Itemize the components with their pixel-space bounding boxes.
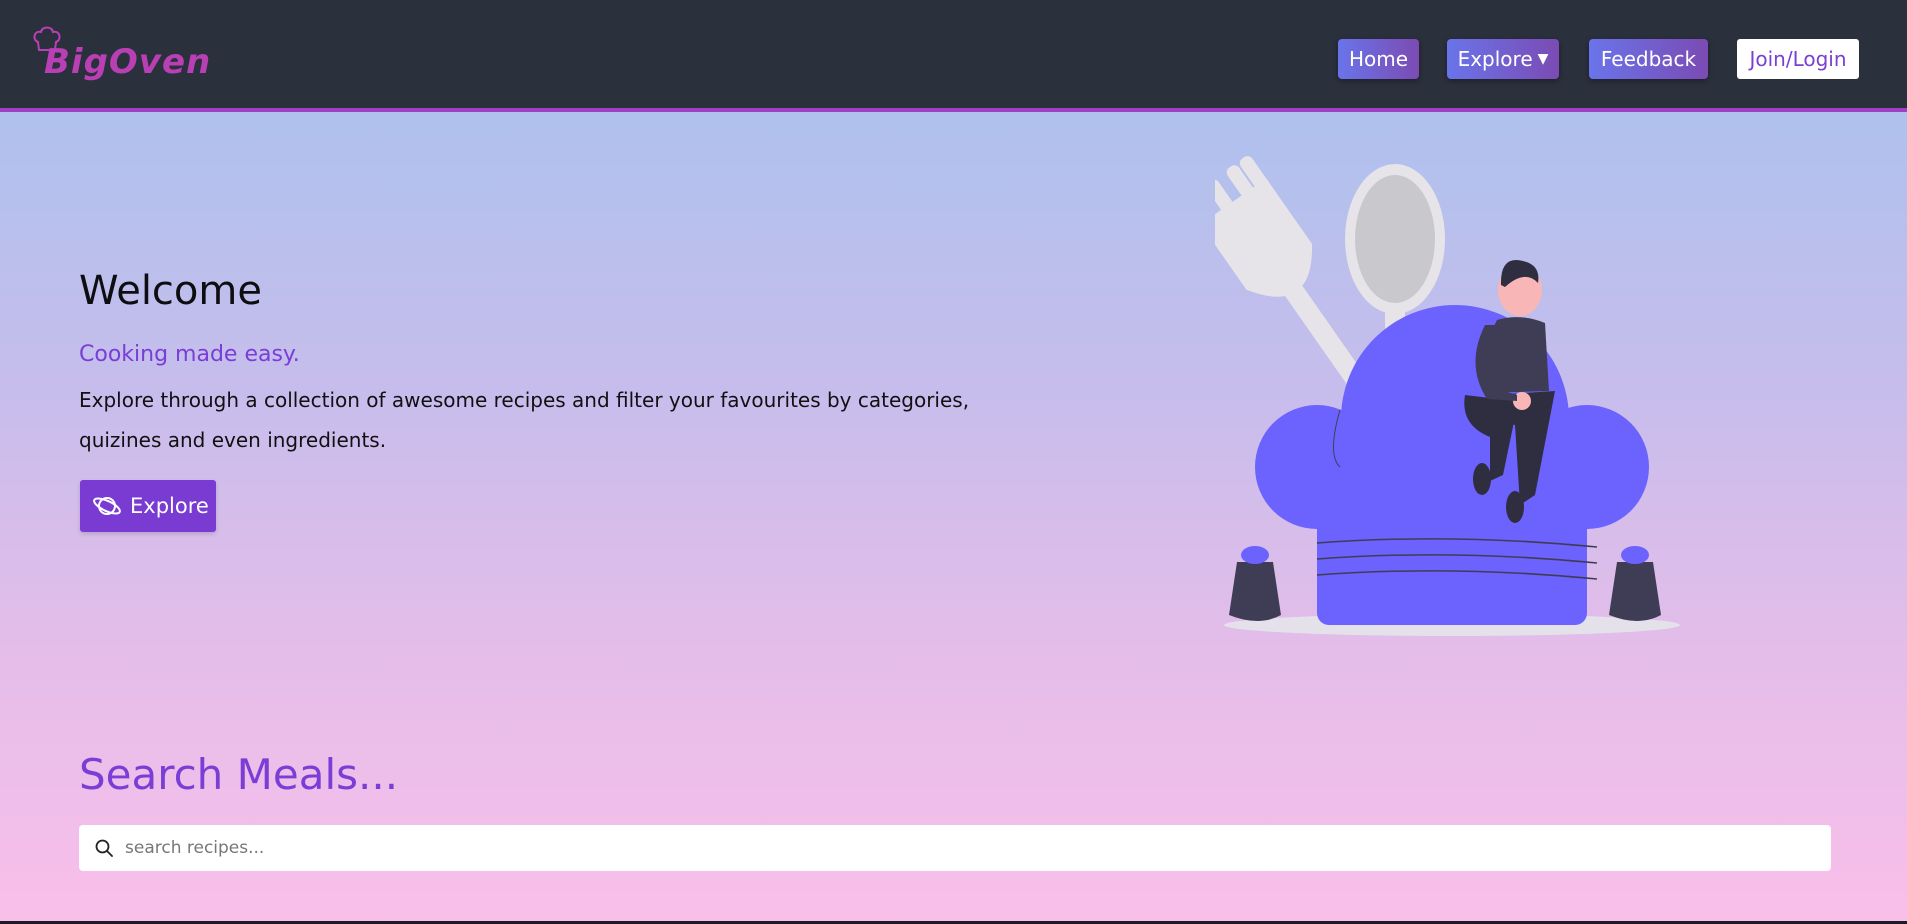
welcome-title: Welcome — [79, 268, 262, 314]
explore-cta-label: Explore — [130, 494, 209, 518]
search-title: Search Meals... — [79, 750, 399, 799]
brand-logo[interactable]: BigOven — [32, 26, 212, 86]
search-input[interactable] — [125, 838, 1805, 858]
navbar: BigOven Home Explore ▼ Feedback Join/Log… — [0, 0, 1907, 112]
nav-login-button[interactable]: Join/Login — [1737, 39, 1859, 79]
nav-explore-dropdown[interactable]: Explore ▼ — [1447, 39, 1559, 79]
nav-explore-label: Explore — [1457, 47, 1533, 71]
nav-home-button[interactable]: Home — [1338, 39, 1419, 79]
search-bar[interactable] — [79, 825, 1831, 871]
search-icon — [95, 839, 113, 857]
caret-down-icon: ▼ — [1537, 51, 1549, 67]
tagline: Cooking made easy. — [79, 342, 300, 367]
chef-illustration — [1215, 156, 1680, 636]
explore-cta-button[interactable]: Explore — [80, 480, 216, 532]
nav-feedback-button[interactable]: Feedback — [1589, 39, 1708, 79]
hero-description: Explore through a collection of awesome … — [79, 388, 970, 452]
brand-name: BigOven — [44, 42, 212, 82]
planet-icon — [93, 497, 121, 515]
